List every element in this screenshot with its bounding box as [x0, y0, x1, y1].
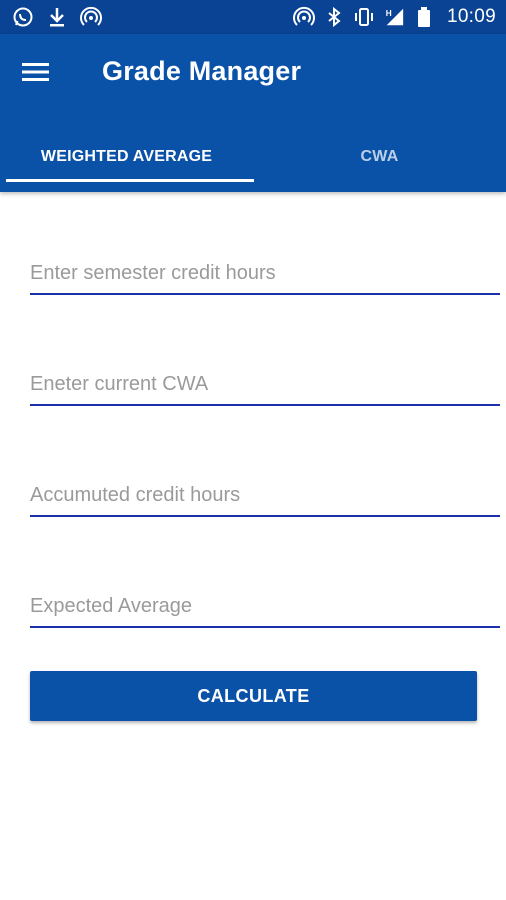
current-cwa-field: [30, 347, 500, 458]
accumulated-credit-hours-field: [30, 458, 500, 569]
calculate-button[interactable]: CALCULATE: [30, 671, 477, 721]
status-left-icons: [12, 5, 102, 29]
expected-average-field: [30, 569, 500, 680]
bluetooth-icon: [323, 6, 345, 28]
semester-credit-hours-input[interactable]: [30, 236, 500, 296]
vibrate-icon: [353, 6, 375, 28]
active-tab-indicator: [6, 179, 254, 182]
input-underline: [30, 404, 500, 406]
tab-label: CWA: [360, 148, 399, 165]
whatsapp-icon: [12, 6, 34, 28]
status-time: 10:09: [446, 6, 496, 27]
input-underline: [30, 626, 500, 628]
download-icon: [46, 6, 68, 28]
accumulated-credit-hours-input[interactable]: [30, 458, 500, 518]
semester-credit-hours-field: [30, 236, 500, 347]
expected-average-input[interactable]: [30, 569, 500, 629]
signal-type-label: H: [386, 9, 392, 18]
tab-weighted-average[interactable]: WEIGHTED AVERAGE: [0, 122, 254, 192]
battery-icon: [413, 6, 435, 28]
app-title: Grade Manager: [102, 56, 302, 86]
tab-label: WEIGHTED AVERAGE: [40, 148, 213, 165]
current-cwa-input[interactable]: [30, 347, 500, 407]
input-underline: [30, 515, 500, 517]
status-bar: H 10:09: [0, 0, 506, 34]
weighted-average-form: [30, 236, 500, 680]
input-underline: [30, 293, 500, 295]
hotspot-icon: [292, 6, 315, 28]
app-bar: Grade Manager WEIGHTED AVERAGE CWA: [0, 34, 506, 192]
hotspot-icon: [80, 6, 102, 28]
menu-button[interactable]: [22, 58, 70, 90]
signal-icon: H: [383, 6, 405, 28]
hamburger-menu-icon: [22, 62, 49, 87]
status-right-icons: H 10:09: [292, 5, 496, 29]
tab-cwa[interactable]: CWA: [253, 122, 506, 192]
tab-bar: WEIGHTED AVERAGE CWA: [0, 122, 506, 192]
